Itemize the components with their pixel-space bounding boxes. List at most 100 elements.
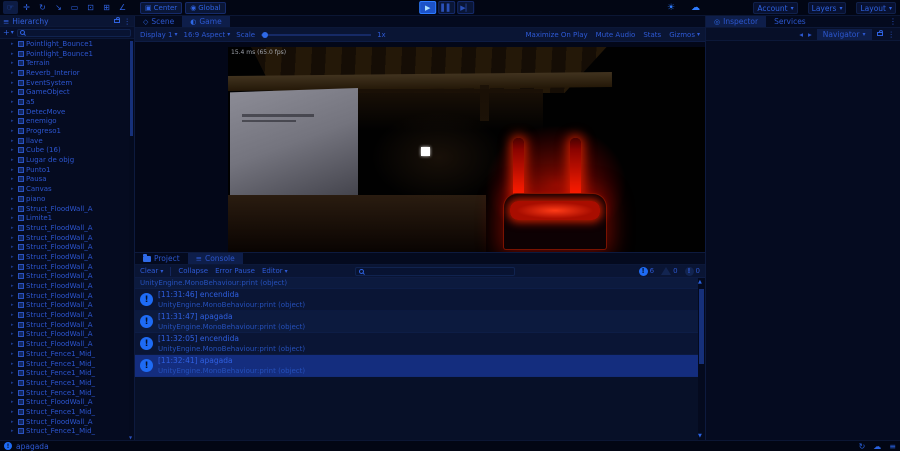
refresh-icon[interactable]	[859, 442, 866, 451]
console-scrollbar[interactable]	[698, 278, 705, 440]
hierarchy-item[interactable]: Limite1	[0, 213, 129, 223]
pause-button[interactable]: ▌▌	[438, 1, 456, 14]
account-dropdown[interactable]: Account	[753, 2, 798, 14]
expand-arrow-icon[interactable]	[11, 41, 16, 47]
hierarchy-item[interactable]: Struct_FloodWall_A	[0, 204, 129, 214]
expand-arrow-icon[interactable]	[11, 273, 16, 279]
expand-arrow-icon[interactable]	[11, 370, 16, 376]
hierarchy-item[interactable]: Struct_FloodWall_A	[0, 233, 129, 243]
hierarchy-item[interactable]: Struct_Fence1_Mid_	[0, 359, 129, 369]
layers-dropdown[interactable]: Layers	[807, 2, 847, 14]
expand-arrow-icon[interactable]	[11, 428, 16, 434]
expand-arrow-icon[interactable]	[11, 128, 16, 134]
mute-audio-toggle[interactable]: Mute Audio	[596, 31, 636, 39]
hierarchy-item[interactable]: DetecMove	[0, 107, 129, 117]
scrollbar-thumb[interactable]	[699, 289, 704, 364]
expand-arrow-icon[interactable]	[11, 254, 16, 260]
hierarchy-item[interactable]: Struct_FloodWall_A	[0, 397, 129, 407]
scroll-up-icon[interactable]	[698, 279, 702, 285]
increment-snap-icon[interactable]: ∠	[115, 1, 130, 14]
expand-arrow-icon[interactable]	[11, 176, 16, 182]
status-message[interactable]: apagada	[16, 442, 49, 451]
activity-icon[interactable]	[667, 3, 675, 13]
aspect-dropdown[interactable]: 16:9 Aspect	[184, 31, 231, 39]
tab-scene[interactable]: Scene	[135, 16, 182, 27]
hierarchy-item[interactable]: Struct_Fence1_Mid_	[0, 407, 129, 417]
expand-arrow-icon[interactable]	[11, 196, 16, 202]
editor-dropdown[interactable]: Editor	[262, 267, 288, 275]
expand-arrow-icon[interactable]	[11, 409, 16, 415]
expand-arrow-icon[interactable]	[11, 351, 16, 357]
hierarchy-item[interactable]: Struct_Fence1_Mid_	[0, 349, 129, 359]
hierarchy-item[interactable]: Struct_FloodWall_A	[0, 291, 129, 301]
maximize-on-play-toggle[interactable]: Maximize On Play	[526, 31, 588, 39]
expand-arrow-icon[interactable]	[11, 244, 16, 250]
context-menu-icon[interactable]	[889, 17, 897, 26]
log-entry[interactable]: [11:32:41] apagada UnityEngine.MonoBehav…	[135, 355, 698, 377]
hierarchy-item[interactable]: Canvas	[0, 184, 129, 194]
move-tool-icon[interactable]: ✛	[19, 1, 34, 14]
lock-icon[interactable]	[113, 17, 120, 23]
rotate-tool-icon[interactable]: ↻	[35, 1, 50, 14]
nav-back-icon[interactable]	[799, 30, 803, 39]
hierarchy-item[interactable]: Lugar de objg	[0, 155, 129, 165]
expand-arrow-icon[interactable]	[11, 157, 16, 163]
expand-arrow-icon[interactable]	[11, 293, 16, 299]
hierarchy-item[interactable]: GameObject	[0, 87, 129, 97]
hierarchy-item[interactable]: EventSystem	[0, 78, 129, 88]
expand-arrow-icon[interactable]	[11, 302, 16, 308]
hierarchy-item[interactable]: Struct_FloodWall_A	[0, 339, 129, 349]
scale-slider[interactable]	[261, 31, 372, 38]
lock-icon[interactable]	[876, 30, 883, 36]
hierarchy-item[interactable]: Pausa	[0, 175, 129, 185]
tab-console[interactable]: Console	[187, 253, 243, 264]
display-dropdown[interactable]: Display 1	[140, 31, 178, 39]
hierarchy-scrollbar[interactable]	[129, 39, 134, 440]
expand-arrow-icon[interactable]	[11, 331, 16, 337]
error-pause-toggle[interactable]: Error Pause	[215, 267, 255, 275]
hierarchy-item[interactable]: Cube (16)	[0, 146, 129, 156]
tab-navigator[interactable]: Navigator	[816, 28, 872, 40]
expand-arrow-icon[interactable]	[11, 70, 16, 76]
expand-arrow-icon[interactable]	[11, 118, 16, 124]
hierarchy-item[interactable]: Terrain	[0, 58, 129, 68]
console-toggle-icon[interactable]	[889, 442, 896, 451]
hierarchy-item[interactable]: Struct_FloodWall_A	[0, 320, 129, 330]
hierarchy-item[interactable]: Struct_FloodWall_A	[0, 330, 129, 340]
error-count-badge[interactable]: 0	[684, 266, 700, 276]
hierarchy-item[interactable]: Struct_FloodWall_A	[0, 262, 129, 272]
transform-tool-icon[interactable]: ⊡	[83, 1, 98, 14]
expand-arrow-icon[interactable]	[11, 419, 16, 425]
scale-slider-knob[interactable]	[262, 31, 269, 38]
warning-count-badge[interactable]: 0	[661, 267, 678, 275]
context-menu-icon[interactable]	[888, 30, 896, 39]
nav-forward-icon[interactable]	[808, 30, 812, 39]
expand-arrow-icon[interactable]	[11, 361, 16, 367]
expand-arrow-icon[interactable]	[11, 51, 16, 57]
hierarchy-item[interactable]: enemigo	[0, 117, 129, 127]
collapse-toggle[interactable]: Collapse	[178, 267, 208, 275]
expand-arrow-icon[interactable]	[11, 206, 16, 212]
expand-arrow-icon[interactable]	[11, 167, 16, 173]
hierarchy-item[interactable]: Progreso1	[0, 126, 129, 136]
hierarchy-item[interactable]: Struct_FloodWall_A	[0, 252, 129, 262]
hierarchy-item[interactable]: Punto1	[0, 165, 129, 175]
hierarchy-item[interactable]: Pointlight_Bounce1	[0, 49, 129, 59]
hierarchy-item[interactable]: Struct_FloodWall_A	[0, 301, 129, 311]
scale-tool-icon[interactable]: ↘	[51, 1, 66, 14]
expand-arrow-icon[interactable]	[11, 225, 16, 231]
expand-arrow-icon[interactable]	[11, 322, 16, 328]
hierarchy-item[interactable]: Struct_Fence1_Mid_	[0, 378, 129, 388]
play-button[interactable]: ▶	[419, 1, 437, 14]
hierarchy-item[interactable]: Struct_Fence1_Mid_	[0, 388, 129, 398]
layout-dropdown[interactable]: Layout	[856, 2, 896, 14]
hierarchy-item[interactable]: Struct_Fence1_Mid_	[0, 368, 129, 378]
hierarchy-item[interactable]: Struct_FloodWall_A	[0, 272, 129, 282]
log-entry[interactable]: [11:32:05] encendida UnityEngine.MonoBeh…	[135, 333, 698, 355]
hierarchy-item[interactable]: piano	[0, 194, 129, 204]
hierarchy-search-input[interactable]	[16, 28, 131, 37]
step-button[interactable]: ▶▏	[457, 1, 475, 14]
tab-inspector[interactable]: Inspector	[706, 16, 767, 27]
tab-services[interactable]: Services	[766, 16, 814, 27]
expand-arrow-icon[interactable]	[11, 264, 16, 270]
